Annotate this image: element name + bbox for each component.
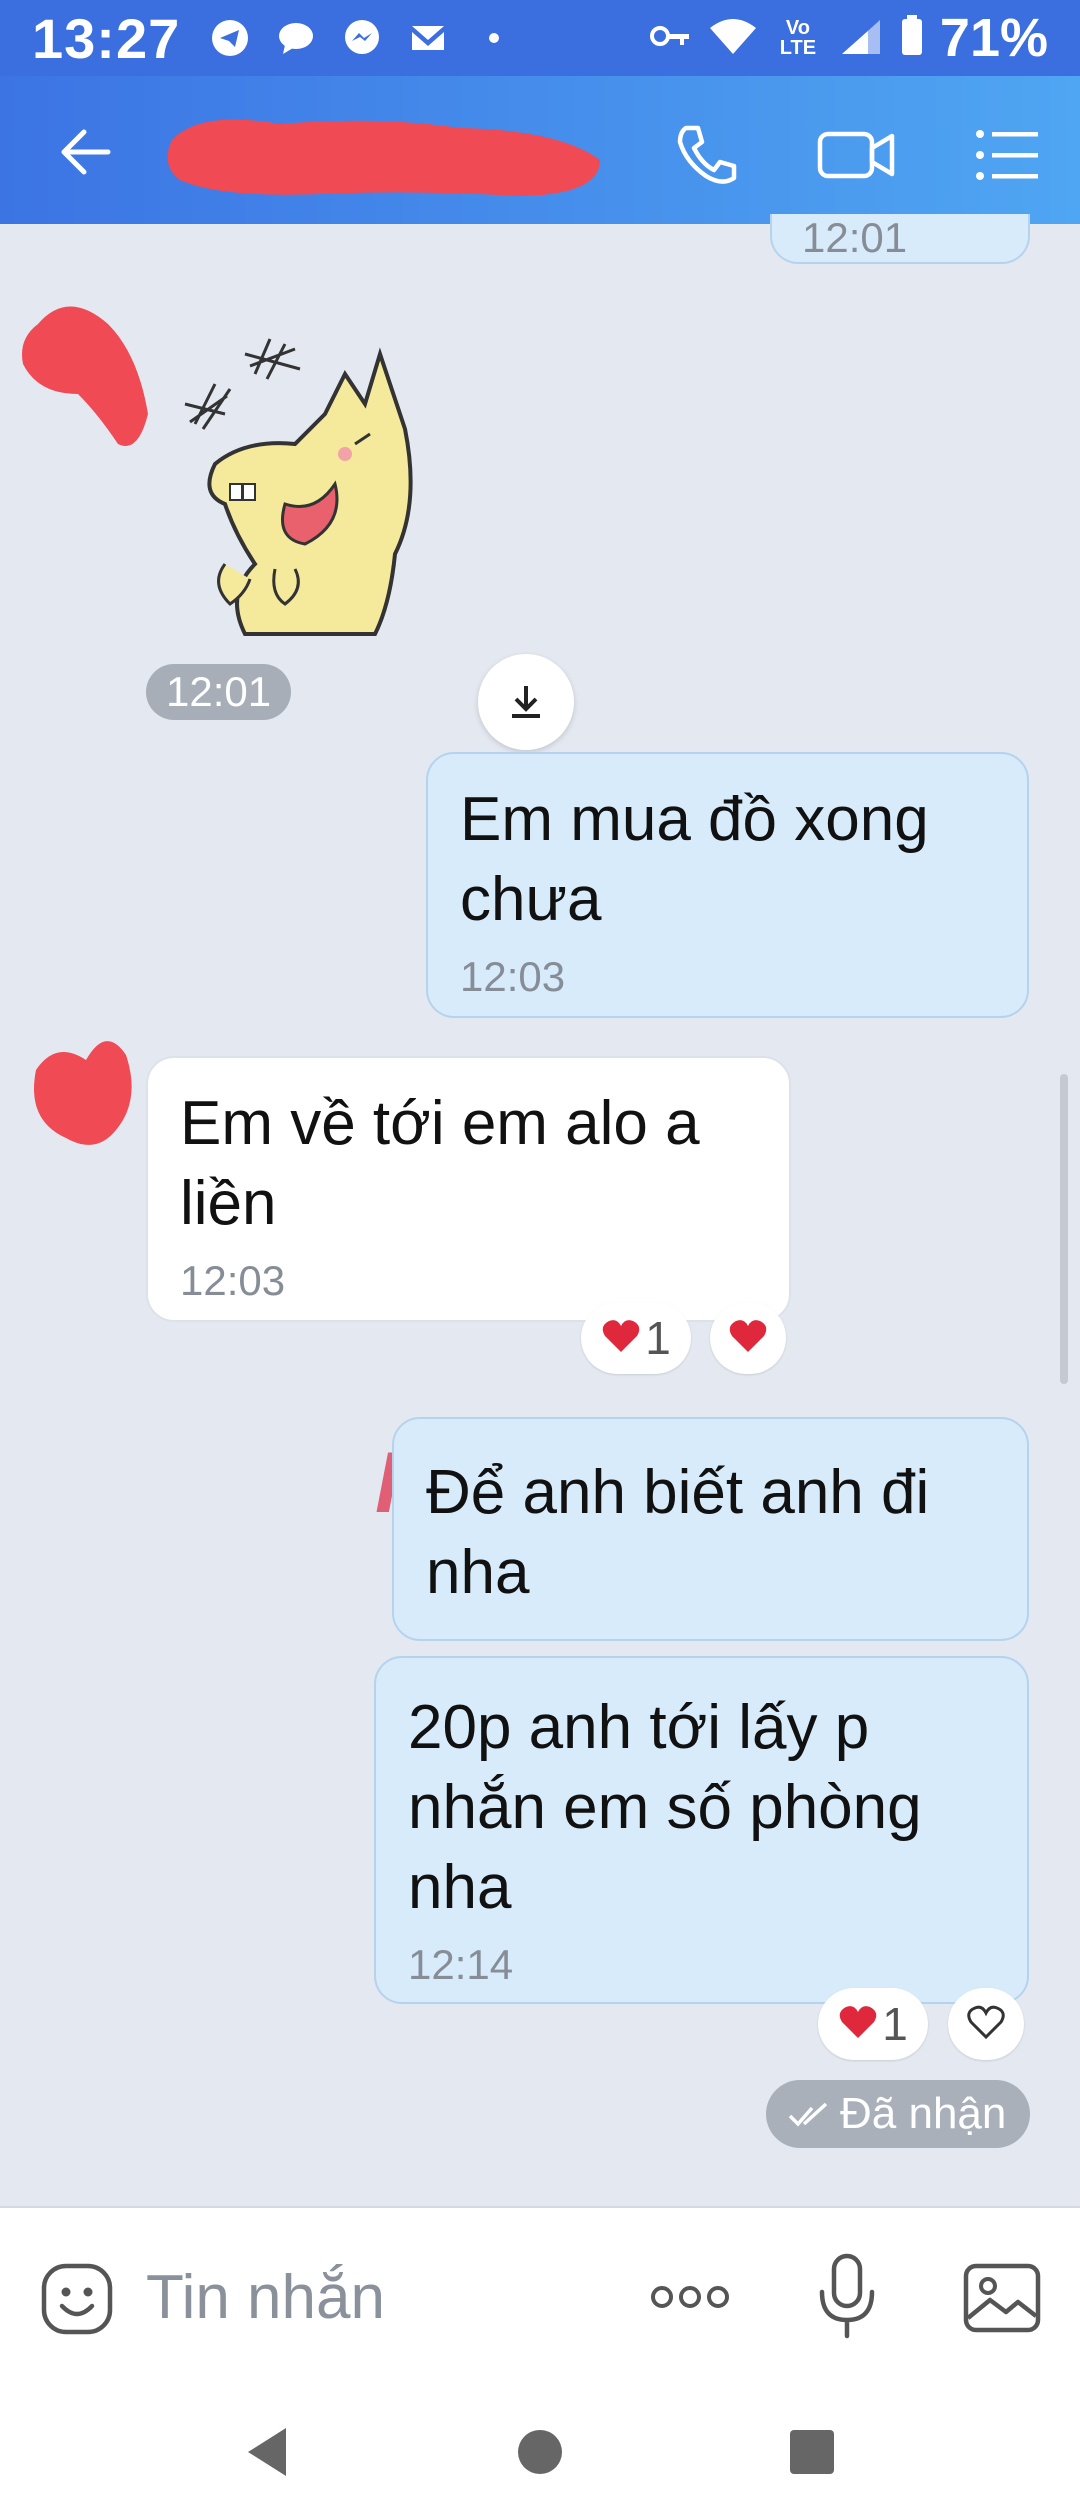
microphone-icon[interactable] <box>814 2252 880 2342</box>
partial-outgoing-bubble: 12:01 <box>770 214 1030 264</box>
battery-percent: 71% <box>939 8 1048 68</box>
incoming-message[interactable]: Em về tới em alo a liền 12:03 <box>146 1056 791 1322</box>
phone-icon[interactable] <box>672 120 742 190</box>
battery-icon <box>900 14 924 62</box>
partial-bubble-time: 12:01 <box>802 214 908 261</box>
chat-bubble-icon <box>276 18 316 58</box>
delivery-status-text: Đã nhận <box>840 2089 1007 2138</box>
menu-list-icon[interactable] <box>972 120 1042 190</box>
sticker-emoji-icon[interactable] <box>40 2262 114 2336</box>
key-icon <box>649 23 692 54</box>
nav-home-icon[interactable] <box>512 2424 568 2480</box>
message-text: Em mua đồ xong chưa <box>460 785 929 934</box>
heart-outline-icon <box>966 1997 1006 2051</box>
react-heart-button[interactable] <box>710 1302 786 1374</box>
message-composer: Tin nhắn <box>0 2206 1080 2384</box>
nav-back-icon[interactable] <box>240 2424 296 2480</box>
message-input[interactable]: Tin nhắn <box>146 2262 385 2333</box>
heart-icon <box>601 1311 641 1365</box>
image-gallery-icon[interactable] <box>962 2260 1042 2336</box>
status-time: 13:27 <box>32 6 181 70</box>
reaction-count: 1 <box>882 1998 908 2050</box>
wifi-icon <box>708 16 758 61</box>
outgoing-message[interactable]: Em mua đồ xong chưa 12:03 <box>426 752 1029 1018</box>
mail-icon <box>408 18 448 58</box>
more-options-icon[interactable] <box>648 2272 732 2322</box>
download-button[interactable] <box>478 654 574 750</box>
outgoing-message[interactable]: 20p anh tới lấy p nhắn em số phòng nha 1… <box>374 1656 1029 2004</box>
sticker-time: 12:01 <box>146 664 292 720</box>
reaction-count: 1 <box>645 1312 671 1364</box>
status-right: Vo LTE 71% <box>649 7 1048 69</box>
double-check-icon <box>788 2089 828 2139</box>
message-text: 20p anh tới lấy p nhắn em số phòng nha <box>408 1693 922 1922</box>
signal-icon <box>838 16 884 61</box>
message-time: 12:14 <box>408 1941 514 1988</box>
telegram-icon <box>210 18 250 58</box>
dot-icon <box>474 18 514 58</box>
avatar[interactable] <box>26 1030 136 1155</box>
message-text: Em về tới em alo a liền <box>180 1089 700 1238</box>
message-time: 12:03 <box>460 953 566 1000</box>
message-text: Để anh biết anh đi nha <box>426 1458 930 1607</box>
status-bar: 13:27 Vo LTE 71% <box>0 0 1080 76</box>
heart-icon <box>838 1997 878 2051</box>
contact-name-redacted[interactable] <box>160 110 610 200</box>
chat-area[interactable]: 12:01 12:01 Em mua đồ xong chưa 12:03 Em… <box>0 214 1080 2204</box>
scrollbar[interactable] <box>1060 1074 1068 1384</box>
system-navigation-bar <box>0 2384 1080 2520</box>
volte-label: Vo LTE <box>779 17 817 59</box>
avatar[interactable] <box>18 294 158 459</box>
video-call-icon[interactable] <box>816 120 896 190</box>
heart-icon <box>728 1311 768 1365</box>
messenger-icon <box>342 18 382 58</box>
nav-recents-icon[interactable] <box>784 2424 840 2480</box>
reaction-count-badge[interactable]: 1 <box>581 1302 691 1374</box>
outgoing-message[interactable]: Để anh biết anh đi nha <box>392 1417 1029 1641</box>
react-heart-outline-button[interactable] <box>948 1988 1024 2060</box>
chat-header <box>0 76 1080 224</box>
reaction-count-badge[interactable]: 1 <box>818 1988 928 2060</box>
notification-icons <box>210 18 514 58</box>
message-time: 12:03 <box>180 1257 286 1304</box>
delivery-status: Đã nhận <box>766 2080 1030 2148</box>
sticker-image[interactable] <box>175 334 445 644</box>
back-arrow-icon[interactable] <box>56 122 116 182</box>
